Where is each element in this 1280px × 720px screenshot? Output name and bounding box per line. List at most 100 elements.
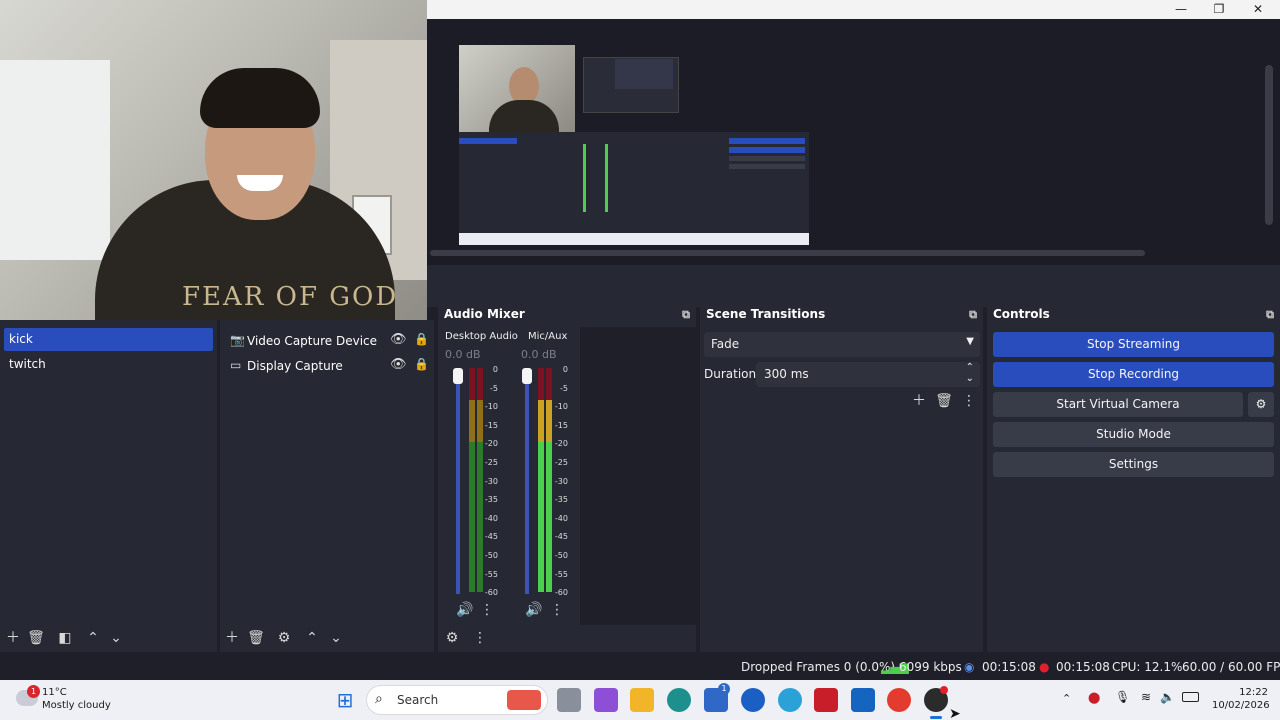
meter-scale-label: -10 bbox=[554, 402, 568, 412]
duration-spinbox[interactable]: 300 ms ⌃ ⌄ bbox=[756, 362, 980, 387]
scene-transitions-title: Scene Transitions ⧉ bbox=[706, 307, 977, 322]
maximize-button[interactable]: ❐ bbox=[1200, 0, 1238, 19]
store-badge: 1 bbox=[718, 683, 730, 695]
stop-streaming-button[interactable]: Stop Streaming bbox=[993, 332, 1274, 357]
chrome-icon[interactable] bbox=[887, 688, 911, 712]
chevron-up-icon[interactable]: ⌃ bbox=[966, 362, 974, 373]
move-scene-down-button[interactable]: ⌄ bbox=[106, 628, 126, 648]
channel-name-mic-aux: Mic/Aux bbox=[528, 331, 568, 342]
lock-icon[interactable]: 🔒 bbox=[414, 357, 429, 371]
outlook-icon[interactable] bbox=[851, 688, 875, 712]
source-properties-gear-icon[interactable]: ⚙ bbox=[274, 628, 294, 648]
add-scene-button[interactable]: ＋ bbox=[3, 628, 23, 648]
visibility-eye-icon[interactable]: 👁 bbox=[390, 357, 407, 372]
move-scene-up-button[interactable]: ⌃ bbox=[83, 628, 103, 648]
microphone-icon[interactable]: 🎙 bbox=[1115, 690, 1130, 704]
duration-value: 300 ms bbox=[764, 367, 809, 381]
mcafee-icon[interactable] bbox=[814, 688, 838, 712]
mic-meter-yellow bbox=[538, 400, 544, 442]
close-button[interactable]: ✕ bbox=[1239, 0, 1277, 19]
stop-recording-button[interactable]: Stop Recording bbox=[993, 362, 1274, 387]
mic-aux-volume-slider[interactable] bbox=[525, 370, 529, 594]
desktop-audio-menu-icon[interactable]: ⋮ bbox=[477, 600, 497, 620]
edge-icon[interactable] bbox=[667, 688, 691, 712]
volume-icon[interactable]: 🔈 bbox=[1160, 690, 1175, 704]
hp-icon[interactable] bbox=[741, 688, 765, 712]
weather-badge: 1 bbox=[27, 685, 40, 698]
preview-nested-taskbar bbox=[459, 233, 809, 245]
meter-scale-label: -40 bbox=[554, 513, 568, 523]
channel-name-desktop-audio: Desktop Audio bbox=[445, 331, 518, 342]
desktop-audio-volume-slider[interactable] bbox=[456, 370, 460, 594]
clock-date[interactable]: 10/02/2026 bbox=[1212, 700, 1270, 711]
audio-settings-gear-icon[interactable]: ⚙ bbox=[442, 628, 462, 648]
move-source-up-button[interactable]: ⌃ bbox=[302, 628, 322, 648]
start-virtual-camera-button[interactable]: Start Virtual Camera bbox=[993, 392, 1243, 417]
preview-horizontal-scrollbar[interactable] bbox=[430, 250, 1145, 256]
windows-start-icon[interactable]: ⊞ bbox=[333, 688, 357, 712]
weather-temp[interactable]: 11°C bbox=[42, 687, 67, 698]
remove-scene-button[interactable]: 🗑 bbox=[26, 628, 46, 648]
battery-icon[interactable] bbox=[1182, 692, 1199, 702]
camera-icon: 📷 bbox=[230, 333, 245, 347]
scene-filters-button[interactable]: ◧ bbox=[55, 628, 75, 648]
virtual-camera-gear-icon[interactable]: ⚙ bbox=[1248, 392, 1274, 417]
meter-scale-label: -10 bbox=[484, 402, 498, 412]
wifi-icon[interactable]: ≋ bbox=[1141, 690, 1151, 704]
meter-scale-label: 0 bbox=[492, 365, 498, 374]
desktop-audio-meter-yellow bbox=[469, 400, 475, 442]
mic-aux-menu-icon[interactable]: ⋮ bbox=[547, 600, 567, 620]
studio-mode-button[interactable]: Studio Mode bbox=[993, 422, 1274, 447]
weather-app-icon[interactable] bbox=[778, 688, 802, 712]
channel-db-desktop-audio: 0.0 dB bbox=[445, 348, 481, 361]
weather-desc[interactable]: Mostly cloudy bbox=[42, 700, 111, 711]
source-item-display-capture[interactable]: ▭ Display Capture 👁 🔒 bbox=[224, 354, 432, 377]
recording-indicator-icon bbox=[940, 686, 948, 694]
add-source-button[interactable]: ＋ bbox=[222, 628, 242, 648]
mic-aux-volume-knob[interactable] bbox=[522, 368, 532, 384]
settings-button[interactable]: Settings bbox=[993, 452, 1274, 477]
meter-scale-label: -25 bbox=[554, 458, 568, 467]
meter-scale-label: -5 bbox=[560, 383, 568, 393]
program-preview[interactable] bbox=[459, 45, 809, 245]
transition-menu-icon[interactable]: ⋮ bbox=[959, 391, 979, 411]
scene-item-twitch[interactable]: twitch bbox=[4, 353, 213, 376]
search-placeholder: Search bbox=[397, 693, 439, 707]
undock-icon[interactable]: ⧉ bbox=[969, 308, 977, 322]
file-explorer-icon[interactable] bbox=[630, 688, 654, 712]
remove-source-button[interactable]: 🗑 bbox=[246, 628, 266, 648]
move-source-down-button[interactable]: ⌄ bbox=[326, 628, 346, 648]
chevron-down-icon[interactable]: ⌄ bbox=[966, 373, 974, 384]
fps-text: 60.00 / 60.00 FPS bbox=[1182, 660, 1280, 674]
preview-vertical-scrollbar[interactable] bbox=[1265, 65, 1273, 225]
audio-mixer-menu-icon[interactable]: ⋮ bbox=[470, 628, 490, 648]
undock-icon[interactable]: ⧉ bbox=[682, 308, 690, 322]
security-tray-icon[interactable]: ⬤ bbox=[1088, 691, 1100, 704]
cpu-usage-text: CPU: 12.1% bbox=[1112, 660, 1183, 674]
meter-scale-label: -20 bbox=[484, 439, 498, 449]
source-item-video-capture[interactable]: 📷 Video Capture Device 👁 🔒 bbox=[224, 329, 432, 352]
desktop-audio-meter-green bbox=[469, 442, 475, 592]
desktop-audio-volume-knob[interactable] bbox=[453, 368, 463, 384]
webcam-feed: FEAR OF GOD bbox=[0, 0, 427, 320]
visibility-eye-icon[interactable]: 👁 bbox=[390, 332, 407, 347]
desktop-audio-speaker-icon[interactable]: 🔊 bbox=[455, 600, 475, 620]
task-view-icon[interactable] bbox=[557, 688, 581, 712]
add-transition-button[interactable]: ＋ bbox=[909, 391, 929, 411]
undock-icon[interactable]: ⧉ bbox=[1266, 308, 1274, 322]
remove-transition-button[interactable]: 🗑 bbox=[934, 391, 954, 411]
lock-icon[interactable]: 🔒 bbox=[414, 332, 429, 346]
show-hidden-icons-chevron-icon[interactable]: ⌃ bbox=[1062, 692, 1071, 705]
minimize-button[interactable]: — bbox=[1162, 0, 1200, 19]
scene-transitions-dock: Scene Transitions ⧉ bbox=[700, 305, 983, 652]
meter-scale-label: -55 bbox=[484, 569, 498, 579]
scene-item-kick[interactable]: kick bbox=[4, 328, 213, 351]
mic-aux-speaker-icon[interactable]: 🔊 bbox=[524, 600, 544, 620]
streaming-icon: ◉ bbox=[964, 660, 975, 674]
clock-time[interactable]: 12:22 bbox=[1212, 687, 1268, 698]
copilot-icon[interactable] bbox=[594, 688, 618, 712]
taskbar-search[interactable]: ⌕ Search bbox=[366, 685, 548, 715]
transition-select[interactable]: Fade ▼ bbox=[704, 332, 980, 357]
webcam-shirt-text: FEAR OF GOD bbox=[182, 282, 399, 312]
meter-scale-label: -60 bbox=[484, 588, 498, 598]
